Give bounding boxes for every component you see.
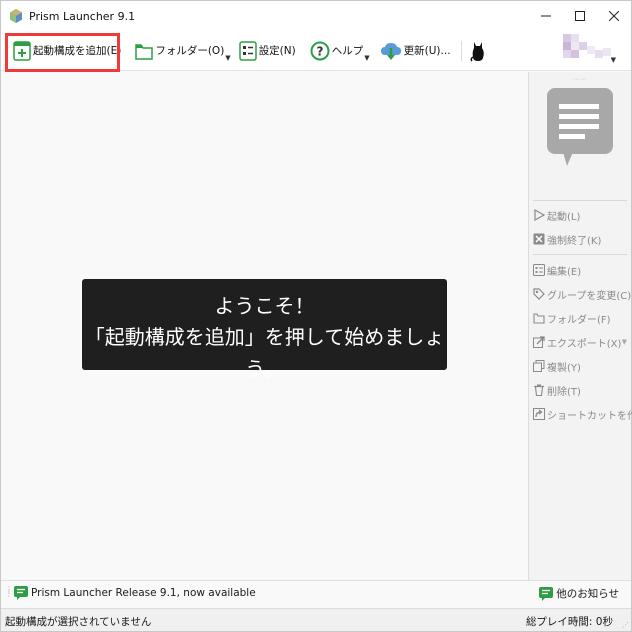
instance-toolbar: ⋯⋯ 起動(L) 強制終了(K) 編集(E) グループを変更(C) フォルダー(…: [528, 72, 632, 580]
edit-label: 編集(E): [547, 266, 582, 278]
update-label: 更新(U)...: [403, 45, 451, 57]
create-shortcut-button[interactable]: ショートカットを作成: [533, 405, 632, 423]
panel-grip[interactable]: ⋯⋯: [573, 76, 587, 83]
copy-label: 複製(Y): [547, 362, 581, 374]
news-toolbar: ⋮ ⋮ Prism Launcher Release 9.1, now avail…: [1, 580, 631, 607]
instance-view[interactable]: ようこそ！ 「起動構成を追加」を押して始めましょう。: [1, 72, 528, 580]
folders-button[interactable]: フォルダー(O) ▼: [133, 36, 232, 66]
create-shortcut-label: ショートカットを作成: [547, 410, 632, 422]
minimize-icon: [541, 15, 551, 17]
folder-icon: [533, 313, 545, 324]
change-group-label: グループを変更(C): [547, 290, 632, 302]
status-bar: 起動構成が選択されていません 総プレイ時間: 0秒 ⋰: [1, 608, 631, 631]
news-headline-button[interactable]: Prism Launcher Release 9.1, now availabl…: [14, 586, 256, 600]
welcome-hint: 「起動構成を追加」を押して始めましょう。: [84, 325, 445, 381]
change-group-button[interactable]: グループを変更(C): [533, 285, 631, 303]
export-icon: [533, 336, 545, 348]
export-label: エクスポート(X): [547, 338, 622, 350]
account-button[interactable]: ▼: [563, 34, 619, 66]
delete-button[interactable]: 削除(T): [533, 381, 581, 399]
main-window: Prism Launcher 9.1 起動構成を追加(E) フォルダー(O) ▼…: [0, 0, 632, 632]
prism-logo-icon: [10, 9, 22, 23]
news-headline: Prism Launcher Release 9.1, now availabl…: [31, 587, 256, 599]
trash-icon: [534, 384, 544, 396]
export-dropdown-icon[interactable]: ▼: [622, 338, 627, 346]
play-icon: [534, 209, 545, 221]
instance-icon[interactable]: [547, 88, 613, 170]
update-button[interactable]: 更新(U)...: [378, 36, 453, 66]
help-icon: ?: [310, 41, 330, 60]
add-instance-highlight: [5, 33, 120, 72]
chevron-down-icon: ▼: [610, 56, 616, 64]
status-selection: 起動構成が選択されていません: [5, 616, 152, 628]
shortcut-icon: [533, 408, 545, 420]
minimize-button[interactable]: [529, 1, 563, 31]
launch-label: 起動(L): [547, 211, 581, 223]
window-title: Prism Launcher 9.1: [29, 9, 136, 23]
settings-button[interactable]: 設定(N): [237, 36, 298, 66]
copy-icon: [533, 360, 545, 372]
panel-separator: [533, 200, 627, 201]
cat-button[interactable]: [468, 36, 490, 66]
cloud-download-icon: [380, 42, 401, 60]
close-icon: [609, 11, 619, 21]
folder-label: フォルダー(F): [547, 314, 611, 326]
copy-button[interactable]: 複製(Y): [533, 357, 581, 375]
kill-label: 強制終了(K): [547, 235, 602, 247]
news-grip[interactable]: ⋮ ⋮: [5, 586, 13, 598]
cat-icon: [470, 41, 484, 62]
tag-icon: [533, 288, 545, 300]
folders-label: フォルダー(O): [155, 45, 225, 57]
kill-button[interactable]: 強制終了(K): [533, 230, 601, 248]
export-button[interactable]: エクスポート(X): [533, 333, 621, 351]
news-icon: [14, 586, 28, 600]
launch-button[interactable]: 起動(L): [533, 206, 580, 224]
chevron-down-icon: ▼: [225, 53, 231, 62]
svg-text:?: ?: [316, 44, 323, 58]
title-bar: Prism Launcher 9.1: [1, 1, 631, 31]
help-label: ヘルプ: [331, 45, 364, 57]
panel-separator: [533, 254, 627, 255]
close-button[interactable]: [597, 1, 631, 31]
news-icon: [539, 586, 554, 601]
chevron-down-icon: ▼: [364, 53, 370, 62]
welcome-message: ようこそ！ 「起動構成を追加」を押して始めましょう。: [82, 279, 447, 381]
status-playtime: 総プレイ時間: 0秒: [525, 616, 613, 628]
toolbar-separator: [460, 40, 462, 61]
folder-button[interactable]: フォルダー(F): [533, 309, 611, 327]
edit-button[interactable]: 編集(E): [533, 261, 581, 279]
avatar-icon: [563, 34, 611, 58]
settings-icon: [238, 40, 257, 61]
folder-icon: [135, 43, 154, 60]
more-news-label: 他のお知らせ: [556, 588, 619, 600]
settings-label: 設定(N): [258, 45, 296, 57]
maximize-button[interactable]: [563, 1, 597, 31]
maximize-icon: [575, 11, 585, 21]
welcome-title: ようこそ！: [214, 294, 315, 318]
window-controls: [529, 1, 631, 31]
help-button[interactable]: ? ヘルプ ▼: [308, 36, 372, 66]
kill-icon: [533, 233, 545, 245]
more-news-button[interactable]: 他のお知らせ: [539, 586, 619, 601]
delete-label: 削除(T): [547, 386, 581, 398]
edit-icon: [533, 264, 545, 276]
resize-grip-icon[interactable]: ⋰: [622, 621, 629, 629]
